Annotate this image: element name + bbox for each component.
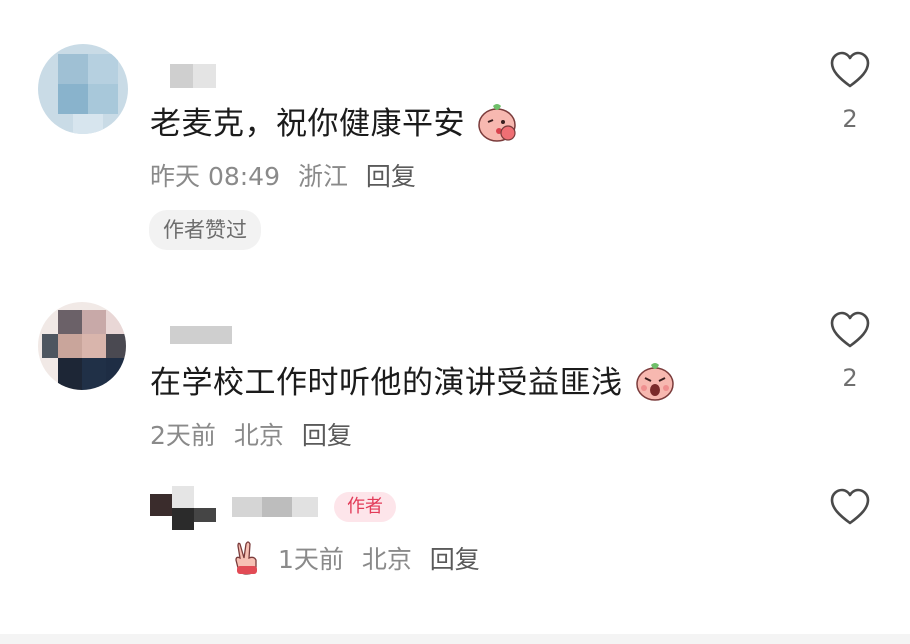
- avatar-pixel: [58, 84, 88, 114]
- comment-meta: 2天前 北京 回复: [150, 416, 362, 452]
- like-button[interactable]: [829, 487, 871, 527]
- like-count: 2: [842, 105, 858, 133]
- comment-time: 2天前: [150, 421, 216, 450]
- username[interactable]: [170, 326, 232, 344]
- avatar-pixel: [88, 54, 118, 84]
- reply-meta: 1天前 北京 回复: [232, 540, 490, 582]
- reply-location: 北京: [361, 545, 412, 574]
- heart-outline-icon: [830, 311, 870, 348]
- avatar-pixel: [73, 114, 103, 134]
- avatar[interactable]: [38, 302, 126, 390]
- reply-button[interactable]: 回复: [430, 545, 480, 574]
- reply-button[interactable]: 回复: [302, 421, 352, 450]
- surprised-emoji-icon: [633, 359, 677, 411]
- username[interactable]: [170, 64, 216, 88]
- avatar-pixel: [88, 84, 118, 114]
- reply-button[interactable]: 回复: [366, 162, 416, 191]
- comment-text: 在学校工作时听他的演讲受益匪浅: [150, 357, 677, 411]
- author-liked-badge: 作者赞过: [149, 210, 261, 250]
- username[interactable]: [232, 497, 318, 517]
- kiss-emoji-icon: [475, 100, 519, 152]
- comment-text: 老麦克，祝你健康平安: [150, 98, 519, 152]
- comment-meta: 昨天 08:49 浙江 回复: [150, 157, 426, 193]
- avatar[interactable]: [38, 44, 128, 134]
- avatar-pixel: [58, 54, 88, 84]
- comment-text-content: 在学校工作时听他的演讲受益匪浅: [150, 365, 623, 401]
- comment-location: 浙江: [297, 162, 348, 191]
- like-count: 2: [842, 364, 858, 392]
- reply-time: 1天前: [277, 545, 344, 574]
- heart-outline-icon: [830, 51, 870, 88]
- like-button[interactable]: [829, 50, 871, 90]
- comment-text-content: 老麦克，祝你健康平安: [150, 106, 465, 142]
- heart-outline-icon: [830, 488, 870, 525]
- victory-hand-emoji-icon: [232, 540, 262, 582]
- avatar[interactable]: [150, 486, 216, 540]
- divider: [0, 634, 910, 644]
- comment-time: 昨天 08:49: [150, 162, 280, 191]
- like-button[interactable]: [829, 310, 871, 350]
- author-tag: 作者: [334, 492, 396, 522]
- comment-location: 北京: [233, 421, 284, 450]
